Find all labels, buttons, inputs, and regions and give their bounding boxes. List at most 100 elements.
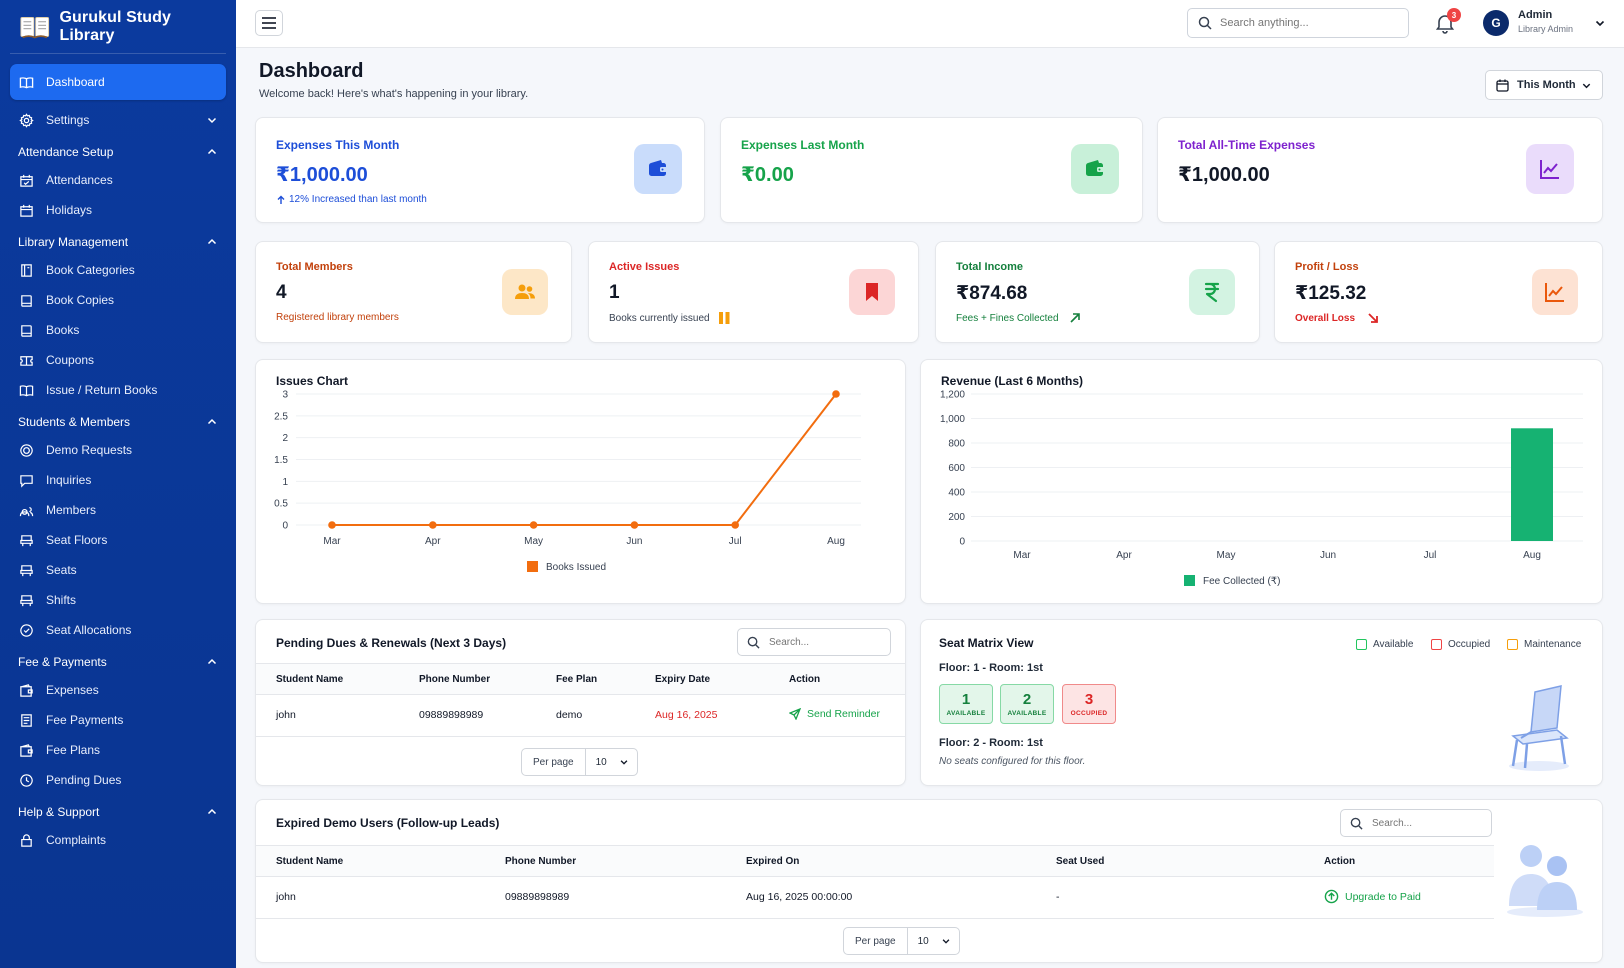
global-search-input[interactable] (1220, 17, 1390, 29)
sidebar-item-complaints[interactable]: Complaints (10, 826, 226, 854)
column-header[interactable]: Expired On (746, 856, 799, 867)
sidebar-item-dashboard[interactable]: Dashboard (10, 64, 226, 100)
sidebar-item-book-categories[interactable]: Book Categories (10, 256, 226, 284)
sidebar-item-seat-allocations[interactable]: Seat Allocations (10, 616, 226, 644)
stat-card-total-income: Total Income ₹874.68 Fees + Fines Collec… (935, 241, 1260, 343)
send-reminder-button[interactable]: Send Reminder (789, 708, 880, 720)
brand[interactable]: Gurukul Study Library (10, 0, 226, 54)
column-header[interactable]: Phone Number (419, 674, 490, 685)
issues-chart-card: Issues Chart 0 0.5 1 1.5 2 2.5 3 Mar Apr May Jun Ju… (255, 359, 906, 604)
stat-note: Overall Loss (1295, 312, 1379, 324)
data-point[interactable] (832, 390, 840, 398)
data-point[interactable] (328, 521, 336, 529)
user-name[interactable]: Admin (1518, 9, 1552, 21)
sidebar-item-coupons[interactable]: Coupons (10, 346, 226, 374)
seat-tile[interactable]: 2 AVAILABLE (1000, 684, 1054, 724)
cell-seat-used: - (1056, 891, 1060, 903)
sidebar-item-fee-payments[interactable]: Fee Payments (10, 706, 226, 734)
sidebar-section-library-management[interactable]: Library Management (10, 228, 226, 256)
gear-icon (18, 112, 34, 128)
column-header[interactable]: Fee Plan (556, 674, 597, 685)
sidebar-item-seat-floors[interactable]: Seat Floors (10, 526, 226, 554)
stat-card-expenses-last-month: Expenses Last Month ₹0.00 (720, 117, 1143, 223)
seat-status: OCCUPIED (1070, 709, 1108, 717)
wallet-icon (634, 144, 682, 194)
send-icon (789, 708, 801, 720)
x-tick-label: Aug (1523, 550, 1541, 561)
sidebar-item-seats[interactable]: Seats (10, 556, 226, 584)
sidebar-item-shifts[interactable]: Shifts (10, 586, 226, 614)
chevron-down-icon (620, 760, 628, 765)
book-icon (18, 292, 34, 308)
expired-per-page[interactable]: Per page 10 (843, 927, 960, 955)
seat-tile[interactable]: 1 AVAILABLE (939, 684, 993, 724)
x-tick-label: Apr (1116, 550, 1132, 561)
pending-per-page[interactable]: Per page 10 (521, 748, 638, 776)
column-header[interactable]: Student Name (276, 856, 343, 867)
upgrade-to-paid-button[interactable]: Upgrade to Paid (1324, 889, 1421, 904)
sidebar-section-help-support[interactable]: Help & Support (10, 798, 226, 826)
column-header[interactable]: Student Name (276, 674, 343, 685)
expired-search-input[interactable] (1372, 817, 1472, 829)
rupee-icon (1189, 269, 1235, 315)
data-point[interactable] (429, 521, 437, 529)
column-header[interactable]: Phone Number (505, 856, 576, 867)
stat-note: 12% Increased than last month (276, 194, 427, 205)
sidebar-item-members[interactable]: Members (10, 496, 226, 524)
period-select[interactable]: This Month (1485, 70, 1603, 100)
chair-icon (18, 592, 34, 608)
x-tick-label: Jul (729, 536, 742, 547)
sidebar-item-fee-plans[interactable]: Fee Plans (10, 736, 226, 764)
avatar[interactable]: G (1483, 10, 1509, 36)
menu-toggle-button[interactable] (255, 10, 283, 36)
page-subtitle: Welcome back! Here's what's happening in… (259, 88, 529, 100)
global-search[interactable] (1187, 8, 1409, 38)
cell-student-name: john (276, 709, 296, 721)
stat-label: Profit / Loss (1295, 261, 1359, 273)
column-header[interactable]: Action (1324, 856, 1355, 867)
data-point[interactable] (731, 521, 739, 529)
column-header[interactable]: Action (789, 674, 820, 685)
sidebar-item-attendances[interactable]: Attendances (10, 166, 226, 194)
stat-card-expenses-this-month: Expenses This Month ₹1,000.00 12% Increa… (255, 117, 705, 223)
stat-note-text: 12% Increased than last month (289, 194, 427, 205)
sidebar-item-demo-requests[interactable]: Demo Requests (10, 436, 226, 464)
column-header[interactable]: Seat Used (1056, 856, 1104, 867)
sidebar-section-fee-payments[interactable]: Fee & Payments (10, 648, 226, 676)
cell-expiry-date: Aug 16, 2025 (655, 709, 718, 721)
sidebar-item-inquiries[interactable]: Inquiries (10, 466, 226, 494)
sidebar-item-pending-dues[interactable]: Pending Dues (10, 766, 226, 794)
sidebar-item-holidays[interactable]: Holidays (10, 196, 226, 224)
cell-phone: 09889898989 (505, 891, 570, 903)
seat-number: 2 (1022, 690, 1032, 708)
bar-aug[interactable] (1511, 428, 1553, 541)
cell-phone: 09889898989 (419, 709, 484, 721)
pending-search-input[interactable] (769, 636, 869, 648)
pending-search[interactable] (737, 628, 891, 656)
data-point[interactable] (529, 521, 538, 529)
y-tick-label: 2.5 (274, 411, 288, 422)
column-header[interactable]: Expiry Date (655, 674, 710, 685)
sidebar-section-attendance-setup[interactable]: Attendance Setup (10, 138, 226, 166)
sidebar-item-issue-return-books[interactable]: Issue / Return Books (10, 376, 226, 404)
section-title: Attendance Setup (18, 145, 114, 159)
stat-card-total-expenses: Total All-Time Expenses ₹1,000.00 (1157, 117, 1603, 223)
legend-available: Available (1356, 639, 1413, 650)
sidebar-item-books[interactable]: Books (10, 316, 226, 344)
per-page-value: 10 (917, 935, 929, 947)
expired-search[interactable] (1340, 809, 1492, 837)
receipt-icon (18, 712, 34, 728)
wallet-icon (1071, 144, 1119, 194)
stat-label: Total All-Time Expenses (1178, 138, 1316, 152)
sidebar-item-expenses[interactable]: Expenses (10, 676, 226, 704)
sidebar-item-settings[interactable]: Settings (10, 106, 226, 134)
clock-icon (18, 772, 34, 788)
sidebar-section-students-members[interactable]: Students & Members (10, 408, 226, 436)
seat-tile[interactable]: 3 OCCUPIED (1062, 684, 1116, 724)
data-point[interactable] (630, 521, 639, 529)
stat-label: Expenses This Month (276, 138, 400, 152)
sidebar-item-book-copies[interactable]: Book Copies (10, 286, 226, 314)
y-tick-label: 200 (948, 512, 965, 523)
chevron-down-icon[interactable] (1594, 17, 1606, 29)
x-tick-label: Mar (1013, 550, 1031, 561)
